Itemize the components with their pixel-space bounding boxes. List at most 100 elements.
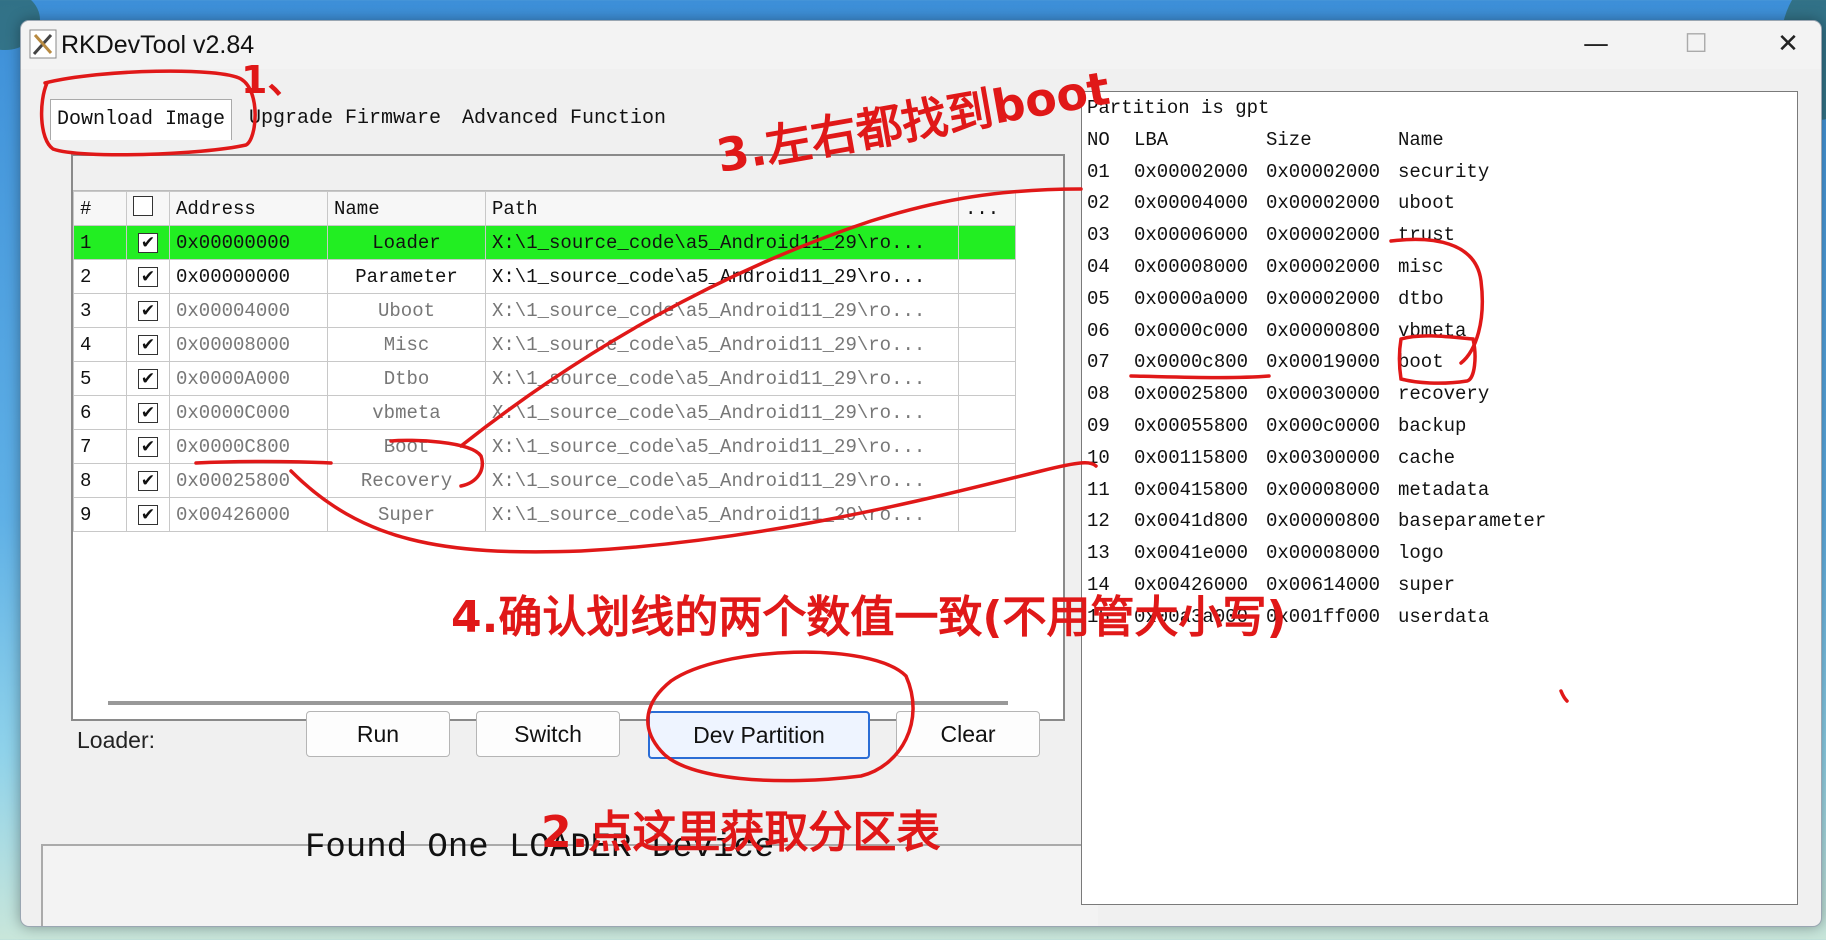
row-checkbox-cell[interactable]: ✔ <box>126 293 170 328</box>
row-address[interactable]: 0x0000C000 <box>169 395 328 430</box>
tab-upgrade-firmware[interactable]: Upgrade Firmware <box>243 99 447 139</box>
row-name[interactable]: Dtbo <box>327 361 486 396</box>
row-name[interactable]: Parameter <box>327 259 486 294</box>
row-browse[interactable] <box>958 395 1016 430</box>
row-name[interactable]: Super <box>327 497 486 532</box>
table-row[interactable]: 6 ✔ 0x0000C000 vbmeta X:\1_source_code\a… <box>73 395 1016 430</box>
partition-row: 13 0x0041e000 0x00008000 logo <box>1087 538 1546 570</box>
row-number: 5 <box>73 361 127 396</box>
row-name[interactable]: Misc <box>327 327 486 362</box>
table-row[interactable]: 1 ✔ 0x00000000 Loader X:\1_source_code\a… <box>73 225 1016 260</box>
table-header-row: # Address Name Path ... <box>73 191 1016 226</box>
table-row[interactable]: 2 ✔ 0x00000000 Parameter X:\1_source_cod… <box>73 259 1016 294</box>
row-browse[interactable] <box>958 463 1016 498</box>
table-row[interactable]: 3 ✔ 0x00004000 Uboot X:\1_source_code\a5… <box>73 293 1016 328</box>
row-address[interactable]: 0x00000000 <box>169 259 328 294</box>
run-button[interactable]: Run <box>306 711 450 757</box>
part-size: 0x00008000 <box>1266 542 1381 565</box>
part-lba: 0x00025800 <box>1134 383 1249 406</box>
col-name: Name <box>1398 128 1444 151</box>
row-address[interactable]: 0x00008000 <box>169 327 328 362</box>
row-path[interactable]: X:\1_source_code\a5_Android11_29\ro... <box>485 429 959 464</box>
row-browse[interactable] <box>958 259 1016 294</box>
horizontal-scrollbar[interactable] <box>108 701 1008 705</box>
partition-row: 04 0x00008000 0x00002000 misc <box>1087 252 1546 284</box>
row-path[interactable]: X:\1_source_code\a5_Android11_29\ro... <box>485 497 959 532</box>
row-browse[interactable] <box>958 293 1016 328</box>
row-path[interactable]: X:\1_source_code\a5_Android11_29\ro... <box>485 395 959 430</box>
row-address[interactable]: 0x0000A000 <box>169 361 328 396</box>
row-path[interactable]: X:\1_source_code\a5_Android11_29\ro... <box>485 259 959 294</box>
grid-toolstrip <box>73 156 1063 191</box>
row-checkbox[interactable]: ✔ <box>138 436 158 457</box>
row-browse[interactable] <box>958 225 1016 260</box>
row-path[interactable]: X:\1_source_code\a5_Android11_29\ro... <box>485 463 959 498</box>
partition-header: Partition is gpt <box>1087 97 1270 119</box>
annotation-step-2: 2.点这里获取分区表 <box>541 807 941 858</box>
part-name: backup <box>1398 414 1467 437</box>
row-checkbox-cell[interactable]: ✔ <box>126 497 170 532</box>
table-row[interactable]: 4 ✔ 0x00008000 Misc X:\1_source_code\a5_… <box>73 327 1016 362</box>
row-number: 6 <box>73 395 127 430</box>
row-browse[interactable] <box>958 327 1016 362</box>
part-name: metadata <box>1398 478 1490 501</box>
annotation-step-4: 4.确认划线的两个数值一致(不用管大小写) <box>451 592 1287 643</box>
row-checkbox[interactable]: ✔ <box>138 232 158 253</box>
row-address[interactable]: 0x00000000 <box>169 225 328 260</box>
close-icon[interactable]: ✕ <box>1765 27 1811 61</box>
row-path[interactable]: X:\1_source_code\a5_Android11_29\ro... <box>485 293 959 328</box>
row-address[interactable]: 0x00004000 <box>169 293 328 328</box>
switch-button[interactable]: Switch <box>476 711 620 757</box>
row-path[interactable]: X:\1_source_code\a5_Android11_29\ro... <box>485 225 959 260</box>
row-browse[interactable] <box>958 497 1016 532</box>
tab-advanced-function[interactable]: Advanced Function <box>456 99 672 139</box>
maximize-icon[interactable]: ☐ <box>1673 27 1719 61</box>
row-browse[interactable] <box>958 361 1016 396</box>
row-checkbox[interactable]: ✔ <box>138 504 158 525</box>
row-checkbox[interactable]: ✔ <box>138 266 158 287</box>
row-name[interactable]: Boot <box>327 429 486 464</box>
row-name[interactable]: Uboot <box>327 293 486 328</box>
col-header-address: Address <box>169 191 328 226</box>
part-lba: 0x0000a000 <box>1134 287 1249 310</box>
row-checkbox[interactable]: ✔ <box>138 334 158 355</box>
row-path[interactable]: X:\1_source_code\a5_Android11_29\ro... <box>485 327 959 362</box>
col-header-select-all[interactable] <box>126 191 170 226</box>
row-checkbox-cell[interactable]: ✔ <box>126 225 170 260</box>
clear-button[interactable]: Clear <box>896 711 1040 757</box>
part-no: 03 <box>1087 224 1110 247</box>
row-checkbox[interactable]: ✔ <box>138 300 158 321</box>
row-browse[interactable] <box>958 429 1016 464</box>
row-checkbox-cell[interactable]: ✔ <box>126 327 170 362</box>
col-header-path: Path <box>485 191 959 226</box>
row-checkbox-cell[interactable]: ✔ <box>126 361 170 396</box>
row-checkbox[interactable]: ✔ <box>138 368 158 389</box>
select-all-checkbox[interactable] <box>133 195 153 216</box>
row-checkbox-cell[interactable]: ✔ <box>126 395 170 430</box>
table-row[interactable]: 7 ✔ 0x0000C800 Boot X:\1_source_code\a5_… <box>73 429 1016 464</box>
row-name[interactable]: Recovery <box>327 463 486 498</box>
row-name[interactable]: Loader <box>327 225 486 260</box>
partition-row: 12 0x0041d800 0x00000800 baseparameter <box>1087 506 1546 538</box>
part-name: userdata <box>1398 605 1490 628</box>
row-checkbox-cell[interactable]: ✔ <box>126 429 170 464</box>
row-address[interactable]: 0x0000C800 <box>169 429 328 464</box>
table-row[interactable]: 5 ✔ 0x0000A000 Dtbo X:\1_source_code\a5_… <box>73 361 1016 396</box>
tab-download-image[interactable]: Download Image <box>50 99 233 140</box>
part-name: dtbo <box>1398 287 1444 310</box>
dev-partition-button[interactable]: Dev Partition <box>648 711 870 759</box>
row-address[interactable]: 0x00426000 <box>169 497 328 532</box>
row-checkbox-cell[interactable]: ✔ <box>126 259 170 294</box>
row-checkbox-cell[interactable]: ✔ <box>126 463 170 498</box>
row-name[interactable]: vbmeta <box>327 395 486 430</box>
table-row[interactable]: 8 ✔ 0x00025800 Recovery X:\1_source_code… <box>73 463 1016 498</box>
row-address[interactable]: 0x00025800 <box>169 463 328 498</box>
annotation-step-1: 1、 <box>241 58 306 102</box>
part-no: 10 <box>1087 446 1110 469</box>
partition-row: 10 0x00115800 0x00300000 cache <box>1087 443 1546 475</box>
row-path[interactable]: X:\1_source_code\a5_Android11_29\ro... <box>485 361 959 396</box>
row-checkbox[interactable]: ✔ <box>138 470 158 491</box>
row-checkbox[interactable]: ✔ <box>138 402 158 423</box>
table-row[interactable]: 9 ✔ 0x00426000 Super X:\1_source_code\a5… <box>73 497 1016 532</box>
minimize-icon[interactable]: — <box>1573 27 1619 61</box>
